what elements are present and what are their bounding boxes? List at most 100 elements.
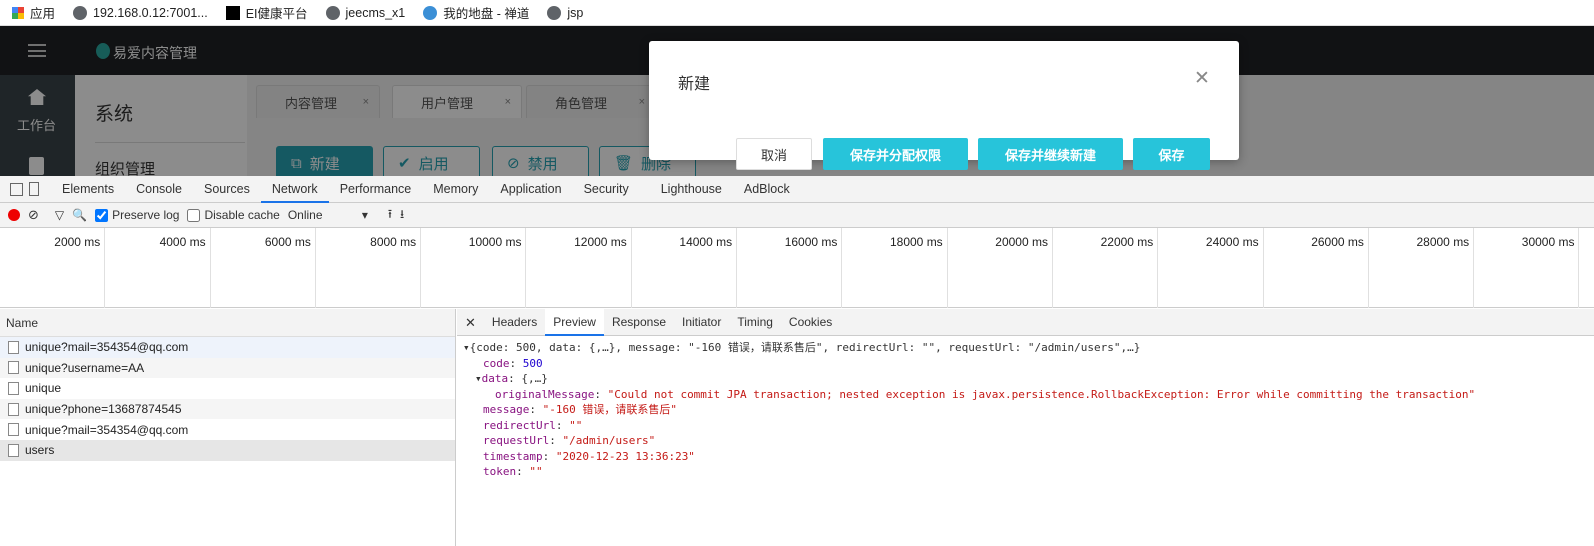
zentao-icon bbox=[423, 5, 438, 20]
globe-icon bbox=[547, 5, 562, 20]
bookmark-ip[interactable]: 192.168.0.12:7001... bbox=[73, 5, 208, 20]
value: {,…} bbox=[521, 372, 548, 385]
bookmark-label: 192.168.0.12:7001... bbox=[93, 5, 208, 20]
tab-memory[interactable]: Memory bbox=[422, 176, 489, 203]
json-message: message: "-160 错误，请联系售后" bbox=[483, 403, 677, 416]
tab-performance[interactable]: Performance bbox=[329, 176, 423, 203]
new-dialog: 新建 ✕ 取消 保存并分配权限 保存并继续新建 保存 bbox=[649, 41, 1239, 170]
json-code: code: 500 bbox=[483, 356, 543, 370]
tab-preview[interactable]: Preview bbox=[545, 308, 604, 336]
name-column-header[interactable]: Name bbox=[0, 309, 455, 337]
file-icon bbox=[8, 423, 19, 437]
tab-headers[interactable]: Headers bbox=[484, 309, 545, 336]
request-row[interactable]: unique bbox=[0, 378, 455, 399]
request-row[interactable]: unique?phone=13687874545 bbox=[0, 398, 455, 420]
bookmark-apps[interactable]: 应用 bbox=[12, 3, 55, 22]
tab-adblock[interactable]: AdBlock bbox=[733, 176, 801, 203]
tab-cookies[interactable]: Cookies bbox=[781, 309, 840, 336]
network-toolbar: ⊘ ▽ 🔍 Preserve log Disable cache Online ▾… bbox=[0, 203, 1594, 228]
timeline-tick: 22000 ms bbox=[1053, 228, 1159, 308]
save-button[interactable]: 保存 bbox=[1133, 138, 1210, 170]
file-icon bbox=[8, 402, 19, 416]
timeline-tick: 8000 ms bbox=[316, 228, 422, 308]
key: originalMessage bbox=[495, 387, 595, 401]
key: redirectUrl bbox=[483, 418, 556, 432]
export-icon[interactable]: ⭳ bbox=[400, 205, 404, 226]
import-icon[interactable]: ⭱ bbox=[388, 205, 392, 226]
tab-elements[interactable]: Elements bbox=[51, 176, 125, 203]
inspect-icon[interactable] bbox=[10, 182, 23, 196]
request-name: unique bbox=[25, 381, 62, 396]
value: 500 bbox=[522, 356, 543, 370]
json-summary: {code: 500, data: {,…}, message: "-160 错… bbox=[469, 341, 1141, 354]
bookmark-label: 我的地盘 - 禅道 bbox=[443, 7, 530, 21]
request-name: unique?mail=354354@qq.com bbox=[25, 340, 189, 355]
timeline-tick: 4000 ms bbox=[105, 228, 211, 308]
file-icon bbox=[8, 381, 19, 395]
preserve-log-checkbox[interactable]: Preserve log bbox=[95, 208, 179, 222]
dialog-title: 新建 bbox=[678, 76, 711, 93]
value: "-160 错误，请联系售后" bbox=[542, 403, 677, 416]
json-preview: ▾{code: 500, data: {,…}, message: "-160 … bbox=[457, 336, 1594, 480]
tab-console[interactable]: Console bbox=[125, 176, 193, 203]
bookmark-label: 应用 bbox=[30, 7, 56, 21]
file-icon bbox=[8, 340, 19, 354]
json-data[interactable]: ▾data: {,…} bbox=[463, 371, 1594, 387]
request-name: unique?mail=354354@qq.com bbox=[25, 422, 189, 437]
json-root[interactable]: ▾{code: 500, data: {,…}, message: "-160 … bbox=[463, 340, 1594, 356]
bookmark-label: EI健康平台 bbox=[245, 7, 308, 21]
timeline-tick: 10000 ms bbox=[421, 228, 527, 308]
globe-icon bbox=[73, 5, 88, 20]
dropdown-arrow-icon: ▾ bbox=[361, 208, 368, 222]
label: Preserve log bbox=[112, 208, 180, 222]
timeline-tick: 30000 ms bbox=[1474, 228, 1580, 308]
bookmark-label: jsp bbox=[567, 5, 584, 20]
filter-icon[interactable]: ▽ bbox=[55, 208, 64, 222]
file-icon bbox=[8, 361, 19, 375]
json-timestamp: timestamp: "2020-12-23 13:36:23" bbox=[483, 449, 695, 463]
file-icon bbox=[8, 443, 19, 457]
throttle-select[interactable]: Online ▾ bbox=[288, 208, 368, 222]
close-icon[interactable]: ✕ bbox=[1194, 67, 1210, 90]
device-toggle-icon[interactable] bbox=[29, 182, 39, 196]
tab-application[interactable]: Application bbox=[489, 176, 572, 203]
bookmark-label: jeecms_x1 bbox=[345, 5, 406, 20]
tab-response[interactable]: Response bbox=[604, 309, 674, 336]
request-row[interactable]: unique?username=AA bbox=[0, 357, 455, 379]
record-icon[interactable] bbox=[8, 209, 20, 221]
json-redirect-url: redirectUrl: "" bbox=[483, 418, 583, 432]
checkbox[interactable] bbox=[95, 208, 109, 222]
bookmark-zentao[interactable]: 我的地盘 - 禅道 bbox=[423, 3, 529, 22]
timeline-tick: 24000 ms bbox=[1158, 228, 1264, 308]
bookmark-jsp[interactable]: jsp bbox=[547, 5, 584, 20]
save-continue-button[interactable]: 保存并继续新建 bbox=[978, 138, 1123, 170]
network-timeline[interactable]: 2000 ms 4000 ms 6000 ms 8000 ms 10000 ms 1200… bbox=[0, 228, 1594, 308]
timeline-tick: 16000 ms bbox=[737, 228, 843, 308]
cancel-button[interactable]: 取消 bbox=[736, 138, 812, 170]
request-row[interactable]: unique?mail=354354@qq.com bbox=[0, 419, 455, 440]
disable-cache-checkbox[interactable]: Disable cache bbox=[187, 208, 280, 222]
webstorm-icon bbox=[225, 5, 240, 20]
devtools-tabbar: Elements Console Sources Network Perform… bbox=[0, 176, 1594, 203]
tab-network[interactable]: Network bbox=[260, 176, 329, 203]
checkbox[interactable] bbox=[187, 208, 201, 222]
close-icon[interactable]: ✕ bbox=[457, 309, 484, 336]
clear-icon[interactable]: ⊘ bbox=[28, 207, 39, 223]
tab-security[interactable]: Security bbox=[573, 176, 640, 203]
tab-initiator[interactable]: Initiator bbox=[674, 309, 729, 336]
search-icon[interactable]: 🔍 bbox=[72, 208, 87, 222]
save-assign-permissions-button[interactable]: 保存并分配权限 bbox=[823, 138, 968, 170]
bookmark-jeecms[interactable]: jeecms_x1 bbox=[325, 5, 406, 20]
timeline-tick: 28000 ms bbox=[1369, 228, 1475, 308]
key: requestUrl bbox=[483, 434, 550, 447]
bookmark-ei[interactable]: EI健康平台 bbox=[225, 3, 308, 22]
tab-lighthouse[interactable]: Lighthouse bbox=[650, 176, 733, 203]
request-details: ✕ Headers Preview Response Initiator Tim… bbox=[457, 308, 1594, 546]
label: Online bbox=[287, 208, 323, 222]
request-row[interactable]: users bbox=[0, 439, 455, 461]
tab-sources[interactable]: Sources bbox=[193, 176, 261, 203]
timeline-tick: 14000 ms bbox=[632, 228, 738, 308]
tab-timing[interactable]: Timing bbox=[729, 309, 781, 336]
request-row[interactable]: unique?mail=354354@qq.com bbox=[0, 337, 455, 358]
timeline-tick: 20000 ms bbox=[948, 228, 1053, 308]
